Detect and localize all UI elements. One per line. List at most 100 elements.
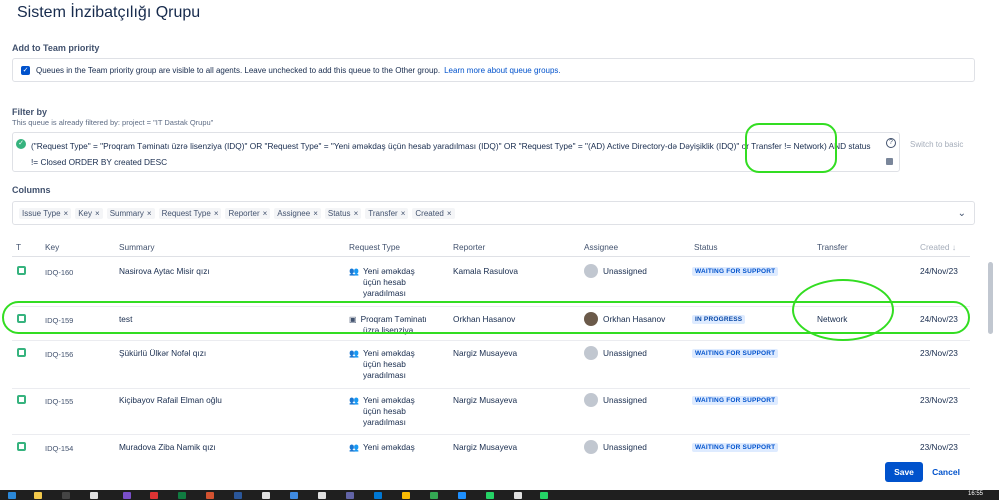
users-icon: 👥 xyxy=(349,443,359,452)
chevron-down-icon[interactable]: ⌄ xyxy=(958,208,966,219)
help-icon[interactable]: ? xyxy=(886,138,896,148)
cancel-button[interactable]: Cancel xyxy=(930,462,962,482)
app-icon[interactable] xyxy=(90,492,98,499)
header-key[interactable]: Key xyxy=(45,242,59,252)
filter-label: Filter by xyxy=(12,107,48,117)
issue-type-icon xyxy=(17,395,26,404)
column-chip[interactable]: Assignee × xyxy=(274,207,321,219)
issue-key[interactable]: IDQ-160 xyxy=(45,267,73,278)
issue-key[interactable]: IDQ-155 xyxy=(45,396,73,407)
column-chip[interactable]: Reporter × xyxy=(225,207,271,219)
request-type-cell: 👥 Yeni əməkdaş üçün hesab yaradılması xyxy=(349,395,415,427)
request-type-cell: 👥 Yeni əməkdaş xyxy=(349,442,415,452)
remove-icon[interactable]: × xyxy=(263,209,268,218)
issue-key[interactable]: IDQ-156 xyxy=(45,349,73,360)
request-type-cell: 👥 Yeni əməkdaş üçün hesab yaradılması xyxy=(349,348,415,380)
column-chip[interactable]: Created × xyxy=(412,207,455,219)
avatar xyxy=(584,346,598,360)
remove-icon[interactable]: × xyxy=(214,209,219,218)
issue-type-icon xyxy=(17,442,26,451)
remove-icon[interactable]: × xyxy=(447,209,452,218)
created-date: 23/Nov/23 xyxy=(920,442,958,452)
page-title: Sistem İnzibatçılığı Qrupu xyxy=(17,4,201,21)
remove-icon[interactable]: × xyxy=(401,209,406,218)
users-icon: 👥 xyxy=(349,349,359,358)
request-type-cell: 👥 Yeni əməkdaş üçün hesab yaradılması xyxy=(349,266,415,298)
avatar xyxy=(584,440,598,454)
header-type[interactable]: T xyxy=(16,242,21,252)
column-chip[interactable]: Transfer × xyxy=(365,207,409,219)
header-request-type[interactable]: Request Type xyxy=(349,242,400,252)
valid-check-icon: ✓ xyxy=(16,139,26,149)
app-icon[interactable] xyxy=(206,492,214,499)
app-icon[interactable] xyxy=(150,492,158,499)
remove-icon[interactable]: × xyxy=(147,209,152,218)
header-summary[interactable]: Summary xyxy=(119,242,155,252)
column-chip[interactable]: Status × xyxy=(324,207,362,219)
remove-icon[interactable]: × xyxy=(95,209,100,218)
issue-type-icon xyxy=(17,348,26,357)
issue-summary[interactable]: Şükürlü Ülkər Nofəl qızı xyxy=(119,348,206,359)
column-chip[interactable]: Request Type × xyxy=(158,207,222,219)
app-icon[interactable] xyxy=(318,492,326,499)
issue-summary[interactable]: Muradova Ziba Namik qızı xyxy=(119,442,216,453)
resize-handle-icon[interactable] xyxy=(886,158,893,165)
teams-icon[interactable] xyxy=(346,492,354,499)
annotation-circle-jql xyxy=(745,123,837,173)
remove-icon[interactable]: × xyxy=(313,209,318,218)
taskbar: 16:55 xyxy=(0,490,999,500)
issue-type-icon xyxy=(17,266,26,275)
queue-groups-link[interactable]: Learn more about queue groups. xyxy=(444,66,561,75)
assignee: Unassigned xyxy=(603,395,647,405)
remove-icon[interactable]: × xyxy=(64,209,69,218)
row-divider xyxy=(12,434,970,435)
remove-icon[interactable]: × xyxy=(354,209,359,218)
header-status[interactable]: Status xyxy=(694,242,718,252)
app-icon[interactable] xyxy=(62,492,70,499)
issue-key[interactable]: IDQ-154 xyxy=(45,443,73,454)
vertical-scrollbar[interactable] xyxy=(988,262,993,334)
header-assignee[interactable]: Assignee xyxy=(584,242,618,252)
app-icon[interactable] xyxy=(123,492,131,499)
status-badge: WAITING FOR SUPPORT xyxy=(692,396,779,405)
reporter: Nargiz Musayeva xyxy=(453,348,518,358)
switch-to-basic-link[interactable]: Switch to basic xyxy=(910,140,963,149)
start-icon[interactable] xyxy=(8,492,16,499)
avatar xyxy=(584,264,598,278)
issue-summary[interactable]: Kiçibayov Rafail Elman oğlu xyxy=(119,395,222,406)
team-priority-text: Queues in the Team priority group are vi… xyxy=(36,65,441,75)
save-button[interactable]: Save xyxy=(885,462,923,482)
app-icon[interactable] xyxy=(514,492,522,499)
team-priority-checkbox[interactable]: ✓ xyxy=(21,65,30,75)
issue-summary[interactable]: Nasirova Aytac Misir qızı xyxy=(119,266,210,277)
excel-icon[interactable] xyxy=(178,492,186,499)
column-chip[interactable]: Summary × xyxy=(106,207,155,219)
app-icon[interactable] xyxy=(262,492,270,499)
header-reporter[interactable]: Reporter xyxy=(453,242,485,252)
row-divider xyxy=(12,340,970,341)
row-divider xyxy=(12,388,970,389)
users-icon: 👥 xyxy=(349,396,359,405)
status-badge: WAITING FOR SUPPORT xyxy=(692,349,779,358)
chrome-icon[interactable] xyxy=(402,492,410,499)
word-icon[interactable] xyxy=(234,492,242,499)
column-chip[interactable]: Issue Type × xyxy=(19,207,72,219)
app-icon[interactable] xyxy=(290,492,298,499)
assignee: Unassigned xyxy=(603,442,647,452)
header-created[interactable]: Created ↓ xyxy=(920,242,956,252)
created-date: 23/Nov/23 xyxy=(920,348,958,358)
whatsapp-icon[interactable] xyxy=(540,492,548,499)
app-icon[interactable] xyxy=(430,492,438,499)
table-header-divider xyxy=(12,256,970,257)
reporter: Nargiz Musayeva xyxy=(453,442,518,452)
status-badge: WAITING FOR SUPPORT xyxy=(692,267,779,276)
columns-selector[interactable]: Issue Type × Key × Summary × Request Type × … xyxy=(12,201,975,225)
reporter: Kamala Rasulova xyxy=(453,266,519,276)
app-icon[interactable] xyxy=(458,492,466,499)
reporter: Nargiz Musayeva xyxy=(453,395,518,405)
header-transfer[interactable]: Transfer xyxy=(817,242,848,252)
column-chip[interactable]: Key × xyxy=(75,207,103,219)
folder-icon[interactable] xyxy=(34,492,42,499)
app-icon[interactable] xyxy=(486,492,494,499)
app-icon[interactable] xyxy=(374,492,382,499)
